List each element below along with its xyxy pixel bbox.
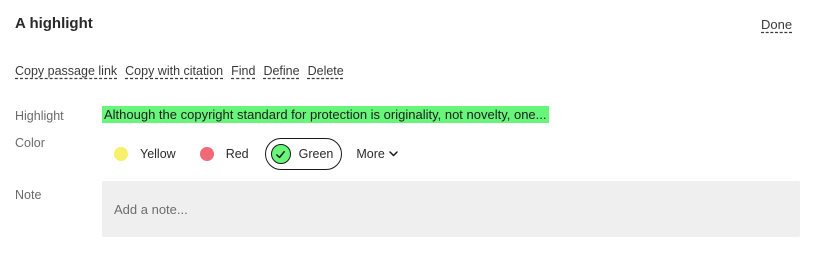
- note-input[interactable]: [102, 181, 800, 237]
- color-options: Yellow Red Green More: [114, 137, 398, 171]
- color-option-green[interactable]: Green: [264, 138, 343, 170]
- more-label: More: [356, 147, 385, 161]
- chevron-down-icon: [389, 151, 398, 157]
- highlighted-passage: Although the copyright standard for prot…: [102, 106, 549, 123]
- color-option-label: Yellow: [140, 147, 176, 161]
- color-label: Color: [15, 136, 45, 150]
- copy-passage-link-button[interactable]: Copy passage link: [15, 64, 117, 78]
- red-swatch-icon: [199, 147, 214, 161]
- color-option-label: Red: [225, 147, 249, 161]
- dialog-title: A highlight: [15, 15, 93, 32]
- color-option-label: Green: [298, 147, 334, 161]
- highlight-label: Highlight: [15, 109, 64, 123]
- more-colors-button[interactable]: More: [356, 147, 398, 161]
- color-option-yellow[interactable]: Yellow: [114, 147, 176, 161]
- delete-button[interactable]: Delete: [308, 64, 344, 78]
- define-button[interactable]: Define: [263, 64, 299, 78]
- yellow-swatch-icon: [114, 147, 128, 161]
- check-icon: [270, 144, 291, 164]
- done-button[interactable]: Done: [761, 17, 792, 32]
- note-label: Note: [15, 188, 42, 202]
- find-button[interactable]: Find: [231, 64, 255, 78]
- copy-with-citation-button[interactable]: Copy with citation: [125, 64, 223, 78]
- color-option-red[interactable]: Red: [199, 147, 249, 161]
- action-bar: Copy passage link Copy with citation Fin…: [15, 64, 352, 78]
